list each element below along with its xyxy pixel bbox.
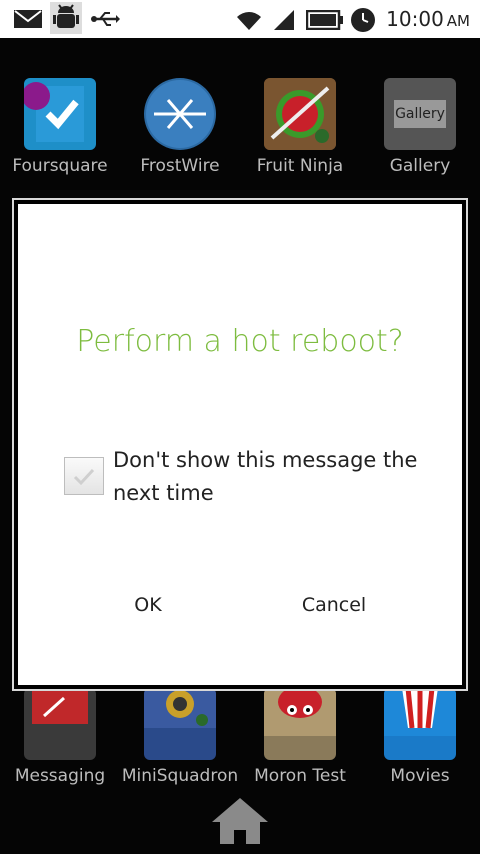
android-debug-icon: [50, 2, 82, 38]
app-moron-test[interactable]: Moron Test: [240, 688, 360, 786]
app-movies[interactable]: Movies: [360, 688, 480, 786]
app-messaging[interactable]: Messaging: [0, 688, 120, 786]
signal-icon: [274, 10, 296, 34]
app-gallery[interactable]: Gallery Gallery: [360, 78, 480, 176]
dont-show-label[interactable]: Don't show this message the next time: [113, 444, 433, 510]
app-fruit-ninja[interactable]: Fruit Ninja: [240, 78, 360, 176]
messaging-icon: [24, 688, 96, 760]
cancel-button[interactable]: Cancel: [254, 594, 414, 616]
minisquadron-icon: [144, 688, 216, 760]
frostwire-icon: [144, 78, 216, 150]
fruit-ninja-icon: [264, 78, 336, 150]
ok-button[interactable]: OK: [68, 594, 228, 616]
wifi-icon: [234, 10, 264, 36]
app-frostwire[interactable]: FrostWire: [120, 78, 240, 176]
status-bar: 10:00 AM: [0, 0, 480, 38]
movies-icon: [384, 688, 456, 760]
hot-reboot-dialog: Perform a hot reboot? Don't show this me…: [18, 204, 462, 685]
status-time: 10:00 AM: [386, 7, 470, 31]
app-minisquadron[interactable]: MiniSquadron: [120, 688, 240, 786]
home-button[interactable]: [210, 796, 270, 846]
checkmark-icon: [73, 468, 95, 486]
clock-icon: [350, 7, 376, 37]
home-icon: [212, 798, 268, 844]
battery-icon: [305, 9, 344, 34]
usb-icon: [90, 10, 120, 32]
dont-show-checkbox[interactable]: [64, 457, 104, 495]
gallery-icon: Gallery: [384, 78, 456, 150]
app-foursquare[interactable]: Foursquare: [0, 78, 120, 176]
moron-test-icon: [264, 688, 336, 760]
mail-icon: [14, 10, 42, 32]
dialog-title: Perform a hot reboot?: [76, 324, 404, 359]
foursquare-icon: [24, 78, 96, 150]
